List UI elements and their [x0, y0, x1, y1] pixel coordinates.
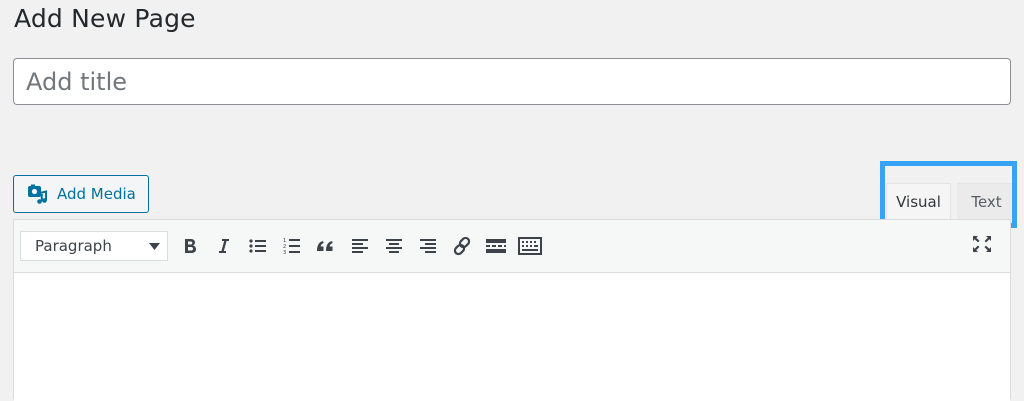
chevron-down-icon	[149, 237, 160, 255]
format-select[interactable]: Paragraph	[20, 231, 168, 261]
bulleted-list-button[interactable]	[244, 232, 272, 260]
read-more-icon	[485, 238, 507, 254]
align-left-icon	[351, 238, 369, 254]
align-center-icon	[385, 238, 403, 254]
link-icon	[452, 236, 472, 256]
keyboard-icon	[518, 237, 542, 255]
insert-link-button[interactable]	[448, 232, 476, 260]
editor-content-area[interactable]	[14, 273, 1010, 401]
fullscreen-button[interactable]	[968, 232, 996, 260]
align-right-button[interactable]	[414, 232, 442, 260]
align-center-button[interactable]	[380, 232, 408, 260]
tabs-highlight-box	[880, 161, 1017, 228]
italic-icon	[216, 237, 232, 255]
media-camera-music-icon	[26, 183, 48, 205]
read-more-button[interactable]	[482, 232, 510, 260]
bold-button[interactable]	[176, 232, 204, 260]
format-select-value: Paragraph	[35, 237, 112, 255]
editor-toolbar: Paragraph 1 2 3	[14, 220, 1010, 273]
title-input[interactable]	[13, 58, 1011, 105]
bulleted-list-icon	[249, 238, 267, 254]
numbered-list-button[interactable]: 1 2 3	[278, 232, 306, 260]
bold-icon	[182, 237, 198, 255]
align-right-icon	[419, 238, 437, 254]
blockquote-icon	[316, 238, 336, 254]
page-title: Add New Page	[14, 4, 196, 33]
align-left-button[interactable]	[346, 232, 374, 260]
fullscreen-icon	[972, 235, 992, 257]
italic-button[interactable]	[210, 232, 238, 260]
add-media-button[interactable]: Add Media	[13, 175, 149, 213]
blockquote-button[interactable]	[312, 232, 340, 260]
add-media-label: Add Media	[57, 185, 136, 203]
content-editor: Paragraph 1 2 3	[13, 219, 1011, 401]
numbered-list-icon: 1 2 3	[283, 237, 301, 255]
svg-text:3: 3	[283, 250, 286, 255]
toolbar-toggle-button[interactable]	[516, 232, 544, 260]
